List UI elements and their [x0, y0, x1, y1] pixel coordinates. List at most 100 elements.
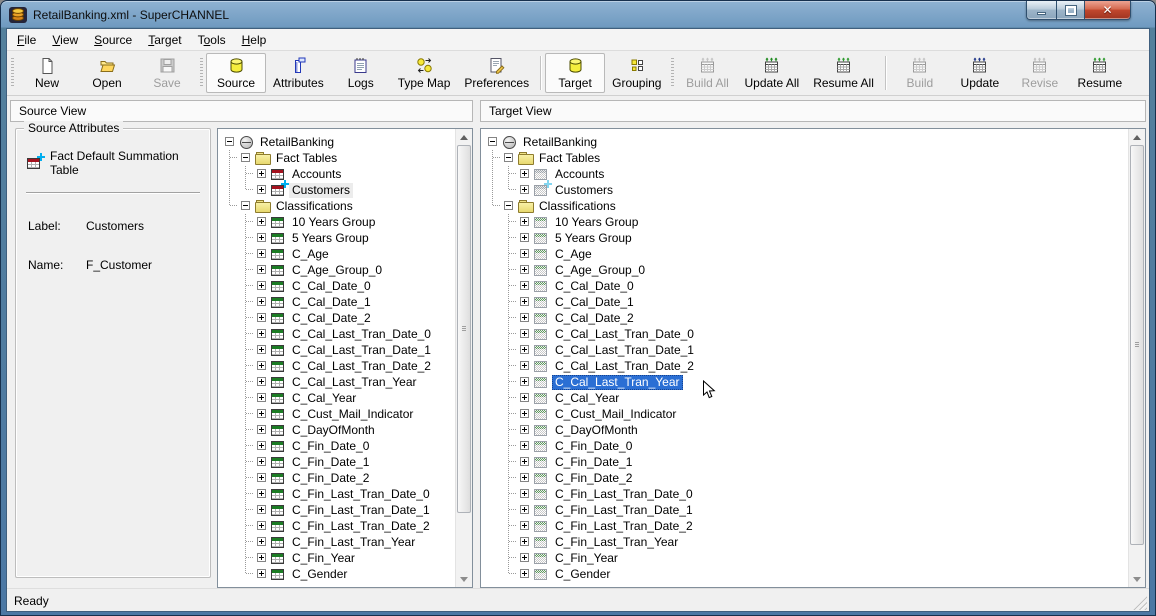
toolbar-button-attributes[interactable]: Attributes	[266, 53, 331, 93]
tree-item-fact-tables[interactable]: Fact Tables	[222, 150, 455, 166]
expander-plus-icon[interactable]	[520, 457, 529, 466]
expander-plus-icon[interactable]	[520, 569, 529, 578]
tree-item-c-fin-last-tran-year[interactable]: C_Fin_Last_Tran_Year	[485, 534, 1128, 550]
tree-item-c-fin-date-2[interactable]: C_Fin_Date_2	[485, 470, 1128, 486]
expander-plus-icon[interactable]	[257, 537, 266, 546]
expander-plus-icon[interactable]	[520, 281, 529, 290]
tree-item-c-cal-last-tran-date-0[interactable]: C_Cal_Last_Tran_Date_0	[485, 326, 1128, 342]
expander-plus-icon[interactable]	[257, 265, 266, 274]
expander-plus-icon[interactable]	[257, 249, 266, 258]
tree-item-c-cal-last-tran-date-2[interactable]: C_Cal_Last_Tran_Date_2	[485, 358, 1128, 374]
tree-item-c-age[interactable]: C_Age	[485, 246, 1128, 262]
tree-item-c-cal-year[interactable]: C_Cal_Year	[485, 390, 1128, 406]
expander-plus-icon[interactable]	[520, 553, 529, 562]
toolbar-button-save[interactable]: Save	[137, 53, 197, 93]
expander-plus-icon[interactable]	[520, 377, 529, 386]
tree-item-c-fin-date-0[interactable]: C_Fin_Date_0	[485, 438, 1128, 454]
scrollbar-thumb[interactable]	[1130, 145, 1144, 545]
expander-plus-icon[interactable]	[257, 377, 266, 386]
expander-plus-icon[interactable]	[520, 425, 529, 434]
tree-item-c-fin-year[interactable]: C_Fin_Year	[222, 550, 455, 566]
tree-item-c-fin-year[interactable]: C_Fin_Year	[485, 550, 1128, 566]
expander-plus-icon[interactable]	[257, 489, 266, 498]
expander-plus-icon[interactable]	[257, 217, 266, 226]
toolbar-button-update-all[interactable]: Update All	[737, 53, 806, 93]
menu-target[interactable]: Target	[140, 30, 189, 50]
close-button[interactable]: ✕	[1085, 1, 1131, 20]
expander-plus-icon[interactable]	[520, 265, 529, 274]
tree-item-c-fin-last-tran-date-1[interactable]: C_Fin_Last_Tran_Date_1	[222, 502, 455, 518]
expander-plus-icon[interactable]	[257, 409, 266, 418]
tree-item-c-fin-last-tran-date-0[interactable]: C_Fin_Last_Tran_Date_0	[485, 486, 1128, 502]
expander-plus-icon[interactable]	[257, 361, 266, 370]
tree-item-c-gender[interactable]: C_Gender	[485, 566, 1128, 582]
tree-item-c-gender[interactable]: C_Gender	[222, 566, 455, 582]
titlebar[interactable]: RetailBanking.xml - SuperCHANNEL ✕	[1, 1, 1155, 28]
tree-item-c-cal-last-tran-date-1[interactable]: C_Cal_Last_Tran_Date_1	[485, 342, 1128, 358]
tree-item-c-cal-date-0[interactable]: C_Cal_Date_0	[485, 278, 1128, 294]
expander-plus-icon[interactable]	[257, 393, 266, 402]
expander-plus-icon[interactable]	[520, 489, 529, 498]
toolbar-button-build-all[interactable]: Build All	[677, 53, 737, 93]
expander-minus-icon[interactable]	[241, 201, 250, 210]
tree-item-customers[interactable]: Customers	[485, 182, 1128, 198]
scroll-up-button[interactable]	[456, 129, 472, 145]
expander-plus-icon[interactable]	[520, 409, 529, 418]
tree-item-c-cal-last-tran-year[interactable]: C_Cal_Last_Tran_Year	[222, 374, 455, 390]
resize-grip[interactable]	[1133, 596, 1147, 610]
expander-plus-icon[interactable]	[520, 169, 529, 178]
tree-item-c-fin-last-tran-date-0[interactable]: C_Fin_Last_Tran_Date_0	[222, 486, 455, 502]
tree-item-c-age[interactable]: C_Age	[222, 246, 455, 262]
expander-plus-icon[interactable]	[257, 329, 266, 338]
tree-item-10-years-group[interactable]: 10 Years Group	[485, 214, 1128, 230]
tree-item-10-years-group[interactable]: 10 Years Group	[222, 214, 455, 230]
expander-plus-icon[interactable]	[520, 361, 529, 370]
expander-plus-icon[interactable]	[257, 313, 266, 322]
toolbar-button-open[interactable]: Open	[77, 53, 137, 93]
expander-plus-icon[interactable]	[257, 169, 266, 178]
expander-plus-icon[interactable]	[257, 281, 266, 290]
expander-plus-icon[interactable]	[257, 505, 266, 514]
tree-item-c-cust-mail-indicator[interactable]: C_Cust_Mail_Indicator	[222, 406, 455, 422]
tree-item-c-cal-last-tran-date-2[interactable]: C_Cal_Last_Tran_Date_2	[222, 358, 455, 374]
expander-plus-icon[interactable]	[520, 473, 529, 482]
tree-item-classifications[interactable]: Classifications	[222, 198, 455, 214]
expander-plus-icon[interactable]	[520, 441, 529, 450]
scroll-up-button[interactable]	[1129, 129, 1145, 145]
tree-item-c-cal-last-tran-date-0[interactable]: C_Cal_Last_Tran_Date_0	[222, 326, 455, 342]
toolbar-button-resume-all[interactable]: Resume All	[806, 53, 881, 93]
expander-plus-icon[interactable]	[520, 537, 529, 546]
toolbar-button-new[interactable]: New	[17, 53, 77, 93]
expander-plus-icon[interactable]	[520, 393, 529, 402]
expander-plus-icon[interactable]	[257, 425, 266, 434]
expander-plus-icon[interactable]	[520, 297, 529, 306]
scroll-down-button[interactable]	[1129, 571, 1145, 587]
tree-item-5-years-group[interactable]: 5 Years Group	[485, 230, 1128, 246]
expander-plus-icon[interactable]	[520, 329, 529, 338]
expander-plus-icon[interactable]	[520, 233, 529, 242]
expander-plus-icon[interactable]	[257, 569, 266, 578]
toolbar-button-build[interactable]: Build	[890, 53, 950, 93]
scrollbar-thumb[interactable]	[457, 145, 471, 513]
tree-item-retailbanking[interactable]: RetailBanking	[485, 134, 1128, 150]
tree-item-customers[interactable]: Customers	[222, 182, 455, 198]
toolbar-button-target[interactable]: Target	[545, 53, 605, 93]
toolbar-button-revise[interactable]: Revise	[1010, 53, 1070, 93]
expander-plus-icon[interactable]	[257, 473, 266, 482]
expander-plus-icon[interactable]	[257, 457, 266, 466]
tree-item-c-cal-date-2[interactable]: C_Cal_Date_2	[485, 310, 1128, 326]
menu-source[interactable]: Source	[86, 30, 140, 50]
tree-item-c-dayofmonth[interactable]: C_DayOfMonth	[485, 422, 1128, 438]
tree-item-5-years-group[interactable]: 5 Years Group	[222, 230, 455, 246]
expander-plus-icon[interactable]	[520, 505, 529, 514]
tree-item-c-cal-date-2[interactable]: C_Cal_Date_2	[222, 310, 455, 326]
expander-plus-icon[interactable]	[257, 185, 266, 194]
tree-item-accounts[interactable]: Accounts	[485, 166, 1128, 182]
toolbar-button-update[interactable]: Update	[950, 53, 1010, 93]
expander-minus-icon[interactable]	[504, 153, 513, 162]
toolbar-button-type-map[interactable]: Type Map	[391, 53, 458, 93]
expander-plus-icon[interactable]	[520, 345, 529, 354]
expander-minus-icon[interactable]	[488, 137, 497, 146]
minimize-button[interactable]	[1026, 1, 1056, 20]
expander-plus-icon[interactable]	[257, 233, 266, 242]
